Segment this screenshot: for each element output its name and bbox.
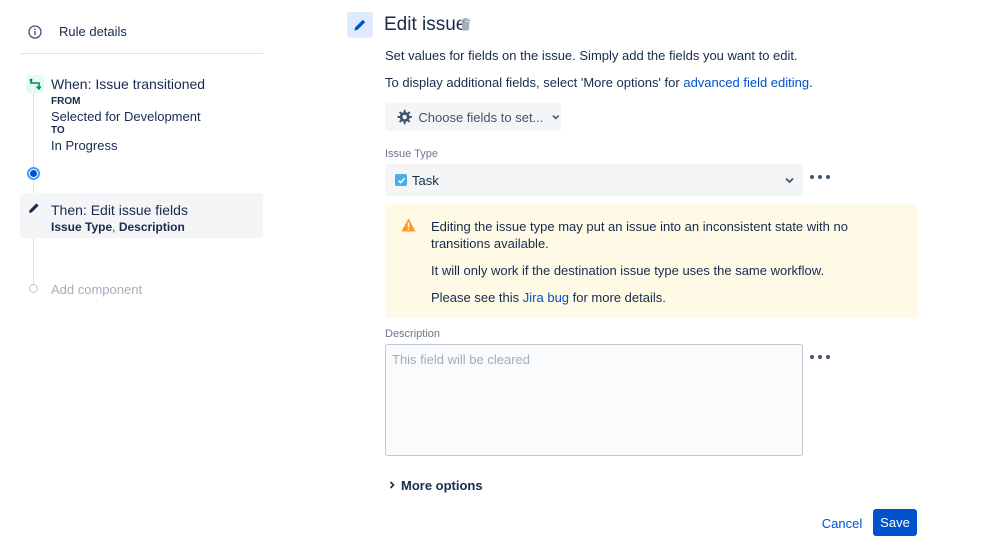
more-options-toggle[interactable]: More options — [385, 475, 483, 495]
choose-fields-button[interactable]: Choose fields to set... — [385, 103, 561, 131]
action-field-description: Description — [118, 220, 185, 234]
trigger-from-label: FROM — [51, 96, 81, 107]
description-label: Description — [385, 328, 441, 340]
choose-fields-label: Choose fields to set... — [418, 109, 544, 125]
edit-description-line2: To display additional fields, select 'Mo… — [385, 75, 813, 90]
action-step-edit-issue[interactable]: Then: Edit issue fields Issue Type, Desc… — [20, 193, 263, 238]
description-field[interactable] — [385, 344, 803, 456]
trigger-title: When: Issue transitioned — [51, 76, 206, 92]
edit-issue-icon — [347, 12, 373, 38]
task-type-icon — [395, 174, 407, 186]
action-field-separator: , — [112, 220, 119, 234]
action-fields: Issue Type, Description — [51, 220, 185, 234]
add-component-ring-icon — [29, 284, 38, 293]
rule-details-label: Rule details — [59, 24, 127, 39]
advanced-field-editing-link[interactable]: advanced field editing — [683, 75, 809, 90]
step-connector-dot — [27, 167, 40, 180]
warning-text-1: Editing the issue type may put an issue … — [431, 219, 848, 251]
pencil-icon — [29, 203, 39, 213]
warning-line3-prefix: Please see this — [431, 290, 523, 305]
gear-icon — [397, 109, 412, 125]
description-line2-prefix: To display additional fields, select 'Mo… — [385, 75, 684, 90]
warning-icon — [401, 218, 416, 232]
info-icon — [28, 25, 42, 39]
save-button[interactable]: Save — [873, 509, 917, 536]
warning-line3-suffix: for more details. — [569, 290, 666, 305]
trigger-from-value: Selected for Development — [51, 109, 201, 124]
action-field-issue-type: Issue Type — [51, 220, 113, 234]
more-options-label: More options — [401, 477, 483, 493]
trash-icon[interactable] — [460, 18, 471, 31]
edit-description-line1: Set values for fields on the issue. Simp… — [385, 48, 798, 63]
issue-type-label: Issue Type — [385, 148, 438, 160]
jira-bug-link[interactable]: Jira bug — [523, 290, 569, 305]
description-more-icon[interactable] — [810, 352, 830, 362]
issue-type-warning: Editing the issue type may put an issue … — [385, 204, 917, 318]
chevron-right-icon — [389, 481, 395, 489]
add-component-button[interactable]: Add component — [20, 280, 220, 300]
warning-text-2: It will only work if the destination iss… — [431, 263, 825, 278]
cancel-button[interactable]: Cancel — [816, 510, 868, 536]
rule-details-item[interactable]: Rule details — [20, 18, 263, 54]
timeline-line — [33, 92, 34, 290]
add-component-label: Add component — [51, 282, 143, 297]
description-line2-suffix: . — [809, 75, 813, 90]
action-title: Then: Edit issue fields — [51, 202, 188, 218]
issue-type-select[interactable]: Task — [385, 164, 803, 196]
issue-type-more-icon[interactable] — [810, 172, 830, 182]
chevron-down-icon — [785, 177, 794, 184]
warning-text-3: Please see this Jira bug for more detail… — [431, 289, 666, 306]
issue-type-value: Task — [412, 173, 439, 188]
transition-icon — [26, 75, 44, 93]
chevron-down-icon — [552, 115, 560, 120]
trigger-to-label: TO — [51, 125, 65, 136]
page-title: Edit issue — [384, 14, 467, 35]
trigger-to-value: In Progress — [51, 138, 118, 153]
